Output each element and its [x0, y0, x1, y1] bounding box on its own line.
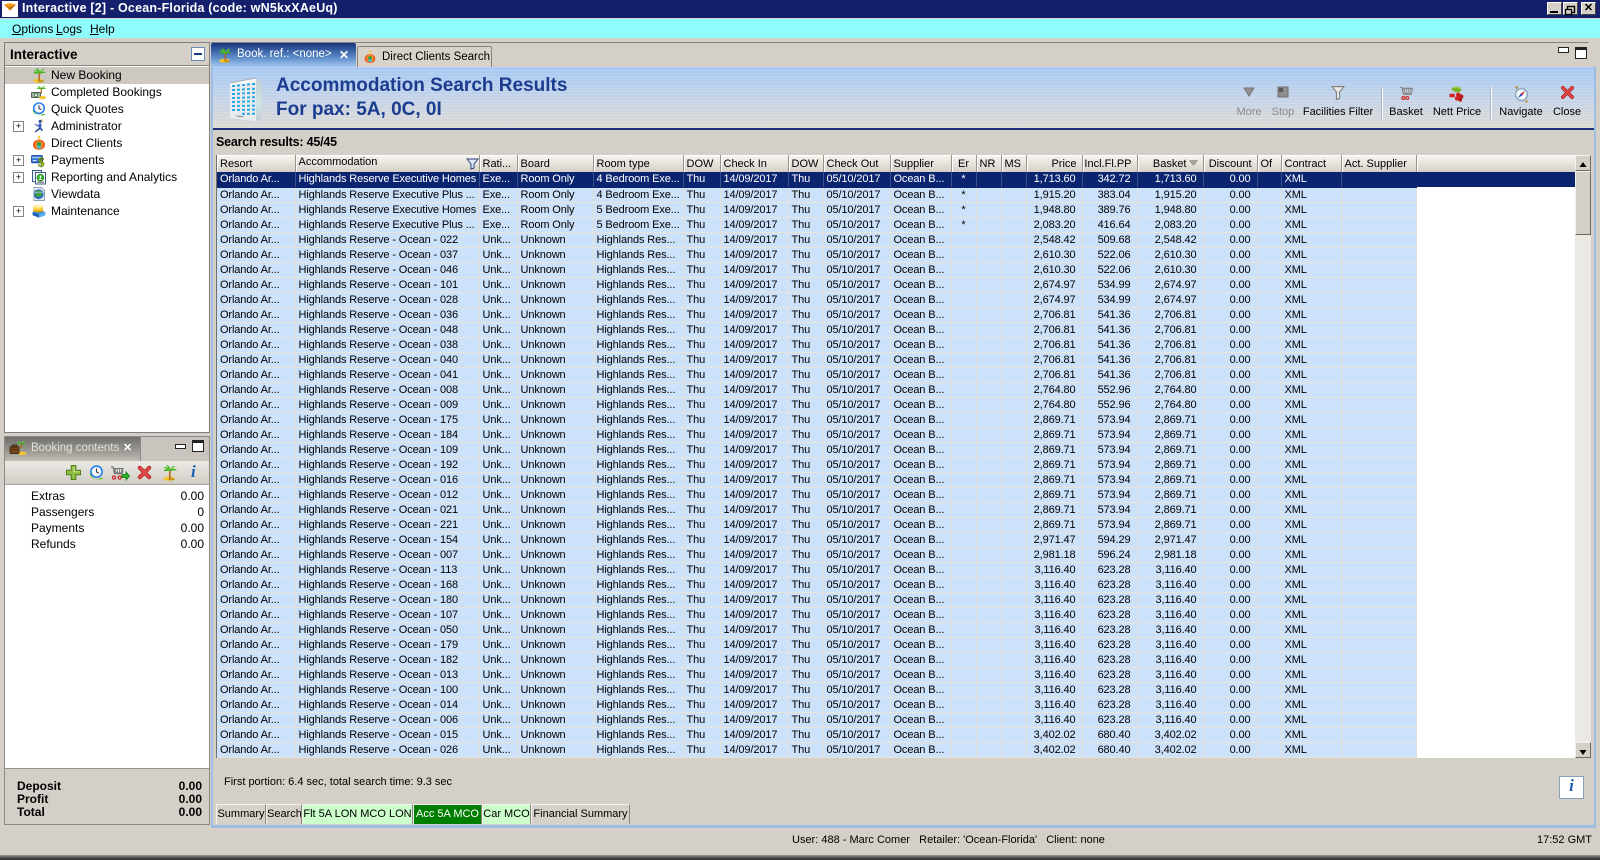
- svg-text:$: $: [38, 154, 45, 168]
